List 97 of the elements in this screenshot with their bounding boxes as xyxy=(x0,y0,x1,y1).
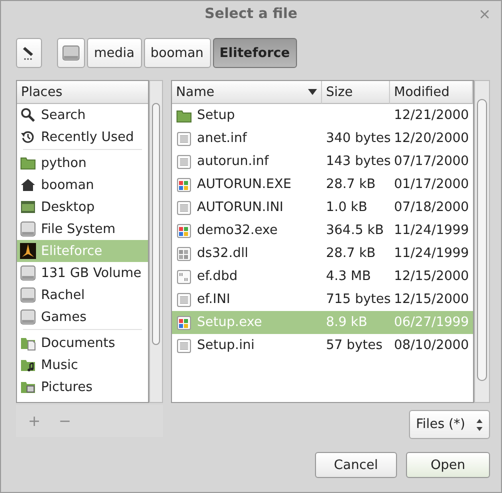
music-folder-icon xyxy=(20,357,36,373)
file-name: ef.INI xyxy=(197,292,230,307)
search-icon xyxy=(20,107,36,123)
file-row[interactable]: autorun.inf 143 bytes 07/17/2000 xyxy=(172,150,473,173)
file-name: ef.dbd xyxy=(197,269,238,284)
file-size: 28.7 kB xyxy=(326,177,376,192)
place-item[interactable]: Games xyxy=(17,306,148,328)
text-file-icon xyxy=(176,200,192,216)
place-item[interactable]: Search xyxy=(17,104,148,126)
file-row[interactable]: anet.inf 340 bytes 12/20/2000 xyxy=(172,127,473,150)
path-button[interactable]: Eliteforce xyxy=(212,38,297,68)
folder-icon xyxy=(20,155,36,171)
scrollbar[interactable] xyxy=(474,80,490,403)
place-item[interactable]: File System xyxy=(17,218,148,240)
file-name: demo32.exe xyxy=(197,223,278,238)
drive-icon xyxy=(20,309,36,325)
place-item[interactable]: Desktop xyxy=(17,196,148,218)
place-item[interactable]: Music xyxy=(17,354,148,376)
file-size: 57 bytes xyxy=(326,338,382,353)
drive-icon xyxy=(20,221,36,237)
windows-flag-icon xyxy=(176,176,192,192)
place-item[interactable]: booman xyxy=(17,174,148,196)
place-item[interactable]: python xyxy=(17,152,148,174)
home-icon xyxy=(20,177,36,193)
drive-icon xyxy=(20,265,36,281)
edit-location-button[interactable] xyxy=(16,38,42,68)
pencil-icon xyxy=(22,45,36,61)
history-icon xyxy=(20,129,36,145)
file-size: 28.7 kB xyxy=(326,246,376,261)
star-emblem-icon xyxy=(20,243,36,259)
scrollbar[interactable] xyxy=(149,80,163,403)
binary-file-icon xyxy=(176,268,192,284)
file-name: Setup.exe xyxy=(197,315,262,330)
file-size: 1.0 kB xyxy=(326,200,368,215)
file-size: 340 bytes xyxy=(326,131,391,146)
file-size: 8.9 kB xyxy=(326,315,368,330)
windows-flag-icon xyxy=(176,314,192,330)
place-item[interactable]: Recently Used xyxy=(17,126,148,148)
file-name: AUTORUN.INI xyxy=(197,200,284,215)
modified-date: 08/10/2000 xyxy=(394,338,469,353)
modified-date: 11/24/1999 xyxy=(394,246,469,261)
file-type-dropdown[interactable]: Files (*) xyxy=(408,410,490,439)
file-name: ds32.dll xyxy=(197,246,248,261)
file-row[interactable]: AUTORUN.EXE 28.7 kB 01/17/2000 xyxy=(172,173,473,196)
drive-icon xyxy=(20,287,36,303)
file-row[interactable]: ds32.dll 28.7 kB 11/24/1999 xyxy=(172,242,473,265)
window-title: Select a file xyxy=(204,6,298,22)
modified-date: 01/17/2000 xyxy=(394,177,469,192)
documents-folder-icon xyxy=(20,335,36,351)
text-file-icon xyxy=(176,292,192,308)
place-item[interactable]: Documents xyxy=(17,332,148,354)
modified-date: 06/27/1999 xyxy=(394,315,469,330)
sort-arrow-icon xyxy=(308,89,317,95)
file-row[interactable]: ef.INI 715 bytes 12/15/2000 xyxy=(172,288,473,311)
file-row[interactable]: Setup.ini 57 bytes 08/10/2000 xyxy=(172,334,473,357)
column-header[interactable]: Name xyxy=(172,81,322,104)
file-row[interactable]: AUTORUN.INI 1.0 kB 07/18/2000 xyxy=(172,196,473,219)
spinner-arrows-icon xyxy=(476,418,483,432)
text-file-icon xyxy=(176,338,192,354)
modified-date: 12/20/2000 xyxy=(394,131,469,146)
file-name: AUTORUN.EXE xyxy=(197,177,292,192)
folder-icon xyxy=(176,108,192,124)
column-header[interactable]: Size xyxy=(322,81,390,104)
modified-date: 11/24/1999 xyxy=(394,223,469,238)
file-size: 4.3 MB xyxy=(326,269,371,284)
pictures-folder-icon xyxy=(20,379,36,395)
desktop-icon xyxy=(20,199,36,215)
path-button[interactable]: booman xyxy=(144,38,211,68)
modified-date: 12/15/2000 xyxy=(394,269,469,284)
windows-flag-icon xyxy=(176,222,192,238)
file-row[interactable]: ef.dbd 4.3 MB 12/15/2000 xyxy=(172,265,473,288)
place-item[interactable]: Pictures xyxy=(17,376,148,398)
place-item[interactable]: 131 GB Volume xyxy=(17,262,148,284)
file-size: 143 bytes xyxy=(326,154,391,169)
file-size: 715 bytes xyxy=(326,292,391,307)
drive-path-button[interactable] xyxy=(57,38,85,68)
modified-date: 07/17/2000 xyxy=(394,154,469,169)
place-item[interactable]: Rachel xyxy=(17,284,148,306)
file-name: anet.inf xyxy=(197,131,247,146)
text-file-icon xyxy=(176,130,192,146)
file-row[interactable]: demo32.exe 364.5 kB 11/24/1999 xyxy=(172,219,473,242)
places-header[interactable]: Places xyxy=(17,81,148,104)
file-name: Setup.ini xyxy=(197,338,254,353)
file-name: autorun.inf xyxy=(197,154,269,169)
dialog-button[interactable]: Cancel xyxy=(314,452,397,478)
modified-date: 12/15/2000 xyxy=(394,292,469,307)
file-name: Setup xyxy=(197,108,235,123)
drive-icon xyxy=(62,44,80,62)
dialog-button[interactable]: Open xyxy=(406,452,490,478)
modified-date: 12/21/2000 xyxy=(394,108,469,123)
column-header[interactable]: Modified xyxy=(390,81,473,104)
file-size: 364.5 kB xyxy=(326,223,384,238)
windows-flag-icon xyxy=(176,246,192,262)
modified-date: 07/18/2000 xyxy=(394,200,469,215)
file-row[interactable]: Setup 12/21/2000 xyxy=(172,104,473,127)
path-button[interactable]: media xyxy=(87,38,142,68)
text-file-icon xyxy=(176,154,192,170)
